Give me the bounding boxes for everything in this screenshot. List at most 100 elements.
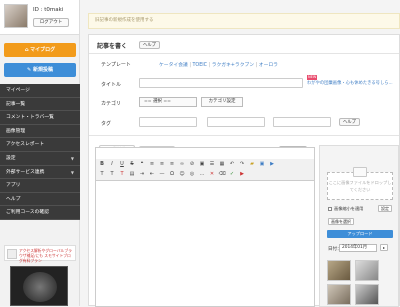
image-icon[interactable]: ▣ bbox=[198, 160, 206, 168]
my-blog-label: マイブログ bbox=[30, 47, 56, 53]
image-panel: ここに画像ファイルをドロップしてください 画像縮小を適用 設定 画像を選択 アッ… bbox=[319, 145, 399, 307]
sidebar: ID : t0maki ログアウト ⌂ マイブログ ✎ 新規投稿 マイページ 記… bbox=[0, 0, 80, 306]
resize-checkbox[interactable]: 画像縮小を適用 bbox=[328, 206, 363, 212]
font-icon[interactable]: T bbox=[108, 170, 116, 178]
sidebar-item-external[interactable]: 外部サービス連携 ▼ bbox=[0, 166, 80, 180]
align-left-icon[interactable]: ≡ bbox=[148, 160, 156, 168]
image-thumbnail[interactable] bbox=[327, 260, 351, 281]
strikethrough-icon[interactable]: S bbox=[128, 160, 136, 168]
upload-button[interactable]: アップロード bbox=[327, 230, 393, 238]
text-color-icon[interactable]: T bbox=[118, 170, 126, 178]
date-next-button[interactable]: ▸ bbox=[380, 244, 389, 251]
user-id: ID : t0maki bbox=[33, 7, 64, 13]
hr-icon[interactable]: — bbox=[158, 170, 166, 178]
special-char-icon[interactable]: Ω bbox=[168, 170, 176, 178]
promo-text: アクセス解析やグローバルブラウザ補足/にも スモサイトブログ有料プラン bbox=[19, 248, 72, 263]
sidebar-item-label: 画像管理 bbox=[6, 128, 26, 134]
table-icon[interactable]: ▦ bbox=[218, 160, 226, 168]
date-select[interactable]: 2014年01月 bbox=[339, 244, 377, 252]
undo-icon[interactable]: ↶ bbox=[228, 160, 236, 168]
sidebar-item-label: コメント・トラバ一覧 bbox=[6, 115, 54, 121]
logout-button[interactable]: ログアウト bbox=[33, 18, 69, 27]
template-link[interactable]: オーロラ bbox=[259, 63, 278, 68]
redo-icon[interactable]: ↷ bbox=[238, 160, 246, 168]
sidebar-item-label: アプリ bbox=[6, 183, 21, 189]
image-thumbnail[interactable] bbox=[355, 260, 379, 281]
sidebar-item-images[interactable]: 画像管理 bbox=[0, 125, 80, 139]
align-right-icon[interactable]: ≡ bbox=[168, 160, 176, 168]
tag-input-2[interactable] bbox=[207, 117, 265, 127]
editor-toolbar: B I U S ❝ ≡ ≡ ≡ ∞ ⊘ ▣ ☰ ▦ ↶ ↷ ▰ ▣ ▶ T T … bbox=[96, 159, 314, 181]
list-icon[interactable]: ☰ bbox=[208, 160, 216, 168]
sidebar-item-mypage[interactable]: マイページ bbox=[0, 84, 80, 98]
image-thumbnail[interactable] bbox=[327, 284, 351, 305]
italic-icon[interactable]: I bbox=[108, 160, 116, 168]
youtube-icon[interactable]: ▶ bbox=[238, 170, 246, 178]
main-area: 旧記事の新規作成を使用する 記事を書く ヘルプ テンプレート ケータイ会議 | … bbox=[84, 0, 400, 307]
sidebar-item-settings[interactable]: 設定 ▼ bbox=[0, 152, 80, 166]
checkbox-box[interactable] bbox=[328, 207, 332, 211]
page-title: 記事を書く bbox=[97, 43, 128, 50]
sidebar-item-help[interactable]: ヘルプ bbox=[0, 193, 80, 207]
new-badge: NEW bbox=[307, 75, 318, 80]
map-icon[interactable]: ◎ bbox=[188, 170, 196, 178]
category-select[interactable]: == 選択 == bbox=[139, 97, 197, 107]
indent-icon[interactable]: ⇥ bbox=[138, 170, 146, 178]
sidebar-item-articles[interactable]: 記事一覧 bbox=[0, 98, 80, 112]
my-blog-button[interactable]: ⌂ マイブログ bbox=[4, 43, 76, 57]
image-dropzone[interactable]: ここに画像ファイルをドロップしてください bbox=[327, 167, 393, 200]
link-icon[interactable]: ∞ bbox=[178, 160, 186, 168]
photo-icon[interactable]: ▣ bbox=[258, 160, 266, 168]
background-color-icon[interactable]: ▤ bbox=[128, 170, 136, 178]
tag-help-button[interactable]: ヘルプ bbox=[339, 118, 360, 126]
promo-link[interactable]: わがやの団欒画像・心も休めたきる号しら... bbox=[307, 81, 399, 86]
chevron-down-icon: ▼ bbox=[70, 155, 74, 161]
image-thumbnail[interactable] bbox=[355, 284, 379, 305]
unlink-icon[interactable]: ⊘ bbox=[188, 160, 196, 168]
folder-icon[interactable]: ▰ bbox=[248, 160, 256, 168]
sidebar-item-apps[interactable]: アプリ bbox=[0, 179, 80, 193]
title-label: タイトル bbox=[101, 82, 122, 88]
bold-icon[interactable]: B bbox=[98, 160, 106, 168]
template-link[interactable]: ケータイ会議 bbox=[159, 63, 188, 68]
outdent-icon[interactable]: ⇤ bbox=[148, 170, 156, 178]
profile-area: ID : t0maki ログアウト bbox=[0, 0, 79, 35]
emoji-icon[interactable]: ☺ bbox=[178, 170, 186, 178]
clear-format-icon[interactable]: ⌫ bbox=[218, 170, 226, 178]
ad-graphic bbox=[23, 272, 57, 302]
avatar[interactable] bbox=[4, 4, 28, 28]
tag-input-3[interactable] bbox=[273, 117, 331, 127]
template-links: ケータイ会議 | TOEIC | ラクガキ+ラクブン | オーロラ bbox=[159, 61, 278, 68]
new-post-button[interactable]: ✎ 新規投稿 bbox=[4, 63, 76, 77]
title-input[interactable] bbox=[139, 78, 303, 88]
sidebar-item-access-report[interactable]: アクセスレポート bbox=[0, 138, 80, 152]
sidebar-item-course[interactable]: ご利用コースの確認 bbox=[0, 206, 80, 220]
ad-image[interactable] bbox=[10, 266, 68, 306]
underline-icon[interactable]: U bbox=[118, 160, 126, 168]
template-link[interactable]: TOEIC bbox=[192, 63, 207, 68]
toolbar-row: B I U S ❝ ≡ ≡ ≡ ∞ ⊘ ▣ ☰ ▦ ↶ ↷ ▰ ▣ ▶ bbox=[98, 160, 276, 169]
category-settings-button[interactable]: カテゴリ設定 bbox=[201, 97, 243, 107]
sidebar-item-label: アクセスレポート bbox=[6, 142, 45, 148]
notice-bar[interactable]: 旧記事の新規作成を使用する bbox=[88, 13, 400, 29]
template-link[interactable]: ラクガキ+ラクブン bbox=[212, 63, 254, 68]
video-icon[interactable]: ▶ bbox=[268, 160, 276, 168]
select-image-button[interactable]: 画像を選択 bbox=[328, 218, 354, 225]
image-icon bbox=[353, 167, 367, 177]
tag-input-1[interactable] bbox=[139, 117, 197, 127]
template-label: テンプレート bbox=[101, 62, 131, 68]
font-size-icon[interactable]: T bbox=[98, 170, 106, 178]
promo-banner[interactable]: アクセス解析やグローバルブラウザ補足/にも スモサイトブログ有料プラン bbox=[4, 245, 76, 263]
sidebar-nav: マイページ 記事一覧 コメント・トラバ一覧 画像管理 アクセスレポート 設定 ▼ … bbox=[0, 84, 80, 220]
category-label: カテゴリ bbox=[101, 101, 122, 107]
close-icon[interactable]: ✕ bbox=[208, 170, 216, 178]
checkbox-label: 画像縮小を適用 bbox=[334, 206, 364, 211]
help-button[interactable]: ヘルプ bbox=[139, 41, 160, 49]
quote-icon[interactable]: ❝ bbox=[138, 160, 146, 168]
more-icon[interactable]: … bbox=[198, 170, 206, 178]
check-icon[interactable]: ✓ bbox=[228, 170, 236, 178]
sidebar-item-comments[interactable]: コメント・トラバ一覧 bbox=[0, 111, 80, 125]
image-settings-button[interactable]: 設定 bbox=[378, 205, 392, 212]
promo-icon bbox=[7, 249, 17, 259]
align-center-icon[interactable]: ≡ bbox=[158, 160, 166, 168]
